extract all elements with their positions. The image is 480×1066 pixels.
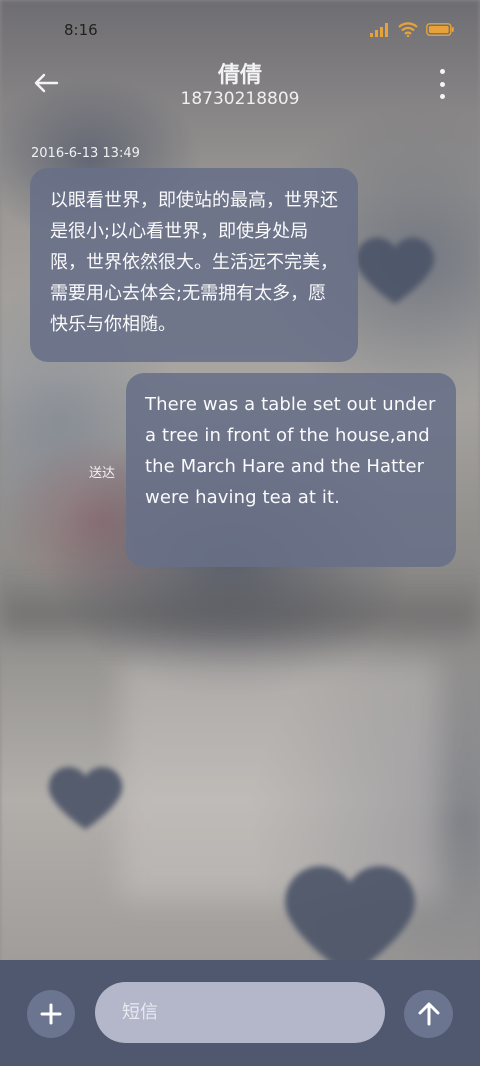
send-button[interactable]: [404, 990, 453, 1038]
battery-icon: [426, 23, 454, 36]
more-vertical-icon: [439, 94, 445, 99]
wifi-icon: [398, 22, 418, 37]
heart-decoration-icon: [38, 755, 133, 840]
composer-bar: [0, 960, 480, 1066]
message-text: 以眼看世界，即使站的最高，世界还是很小;以心看世界，即使身处局限，世界依然很大。…: [50, 190, 338, 335]
plus-icon: [40, 1003, 62, 1025]
more-vertical-icon: [439, 81, 445, 87]
incoming-message-bubble[interactable]: 以眼看世界，即使站的最高，世界还是很小;以心看世界，即使身处局限，世界依然很大。…: [30, 168, 358, 362]
status-time: 8:16: [64, 21, 98, 39]
delivery-status: 送达: [89, 466, 116, 481]
outgoing-message-bubble[interactable]: There was a table set out under a tree i…: [126, 373, 456, 567]
add-attachment-button[interactable]: [27, 990, 75, 1038]
message-timestamp: 2016-6-13 13:49: [31, 146, 140, 161]
signal-icon: [370, 22, 388, 37]
more-options-button[interactable]: [432, 69, 452, 99]
contact-number: 18730218809: [180, 89, 300, 109]
message-text: There was a table set out under a tree i…: [145, 394, 436, 508]
message-input[interactable]: [95, 982, 385, 1043]
status-bar: 8:16: [0, 0, 480, 60]
status-icons: [370, 22, 454, 37]
more-vertical-icon: [439, 69, 445, 74]
arrow-up-icon: [418, 1002, 439, 1026]
contact-name: 倩倩: [217, 63, 262, 88]
conversation-header: 倩倩 18730218809: [0, 55, 480, 115]
wallpaper-shade: [0, 580, 480, 650]
heart-decoration-icon: [350, 225, 440, 315]
